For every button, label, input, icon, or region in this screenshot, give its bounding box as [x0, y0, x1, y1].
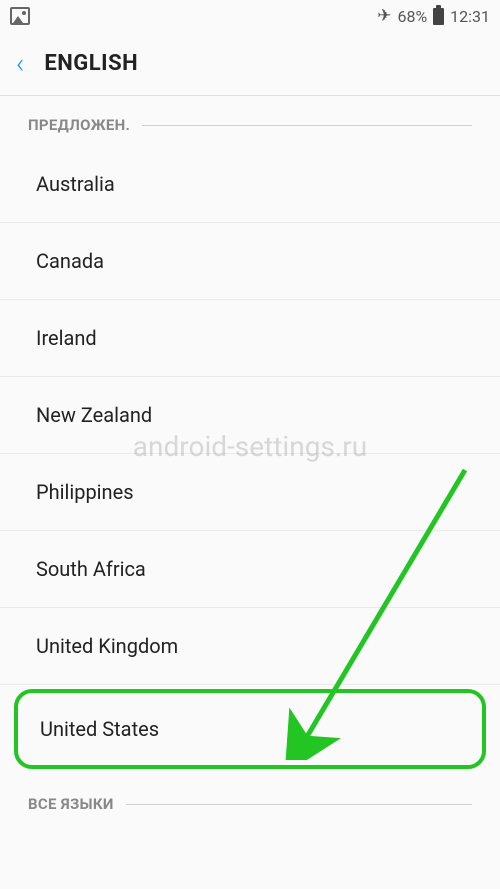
section-header-suggested: ПРЕДЛОЖЕН.: [0, 96, 500, 146]
divider: [126, 804, 472, 805]
section-title-suggested: ПРЕДЛОЖЕН.: [28, 116, 130, 134]
section-header-all: ВСЕ ЯЗЫКИ: [0, 775, 500, 825]
divider: [142, 125, 472, 126]
list-item[interactable]: United Kingdom: [0, 608, 500, 685]
list-item[interactable]: Ireland: [0, 300, 500, 377]
app-bar: ‹ ENGLISH: [0, 32, 500, 96]
back-icon[interactable]: ‹: [16, 50, 24, 78]
status-bar: ✈ 68% 12:31: [0, 0, 500, 32]
page-title: ENGLISH: [44, 51, 138, 76]
picture-icon: [10, 7, 30, 25]
list-item-highlighted[interactable]: United States: [14, 689, 486, 769]
airplane-mode-icon: ✈: [377, 6, 391, 26]
list-item[interactable]: South Africa: [0, 531, 500, 608]
list-item[interactable]: Canada: [0, 223, 500, 300]
status-right: ✈ 68% 12:31: [377, 6, 490, 26]
list-item[interactable]: Philippines: [0, 454, 500, 531]
battery-icon: [433, 8, 444, 25]
status-left: [10, 7, 30, 25]
clock-time: 12:31: [450, 7, 490, 26]
battery-percent: 68%: [397, 7, 427, 26]
list-item[interactable]: Australia: [0, 146, 500, 223]
section-title-all: ВСЕ ЯЗЫКИ: [28, 795, 114, 813]
list-item[interactable]: New Zealand: [0, 377, 500, 454]
